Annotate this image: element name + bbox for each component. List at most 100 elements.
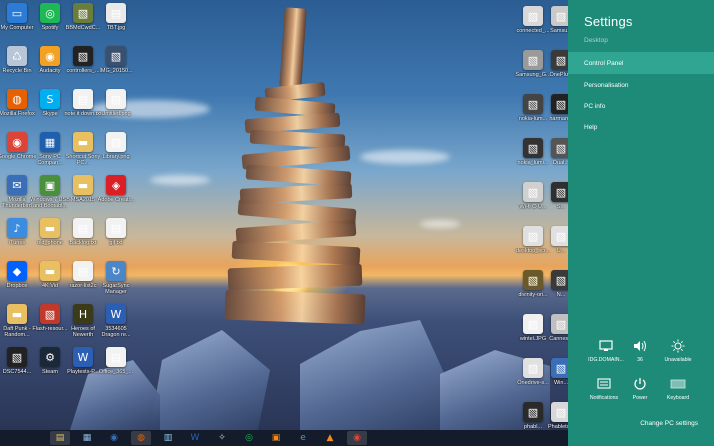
desktop-icon[interactable]: ▧ Samsu... <box>544 6 568 48</box>
volume-tile[interactable]: 36 <box>620 338 660 372</box>
folder-icon: ▬ <box>73 175 93 195</box>
desktop-icon[interactable]: ▤ TBT.jpg <box>99 3 133 45</box>
desktop-icon[interactable]: ▧ Flash-resour... <box>32 304 68 346</box>
firefox-icon[interactable]: ◍ <box>131 431 151 445</box>
desktop-icon[interactable]: ◈ Adobe Creati... <box>97 175 135 217</box>
spotify-icon[interactable]: ◎ <box>239 431 259 445</box>
document-icon: ▤ <box>73 89 93 109</box>
desktop-icon-label: harman... <box>549 116 568 122</box>
notifications-tile[interactable]: Notifications <box>584 376 624 410</box>
image-file-icon: ▧ <box>523 358 543 378</box>
image-file-icon: ▧ <box>523 270 543 290</box>
desktop-icon[interactable]: W 3534605 Dragon re... <box>99 304 133 346</box>
desktop-icon[interactable]: ▧ Untitled.png <box>99 89 133 131</box>
image-file-icon: ▧ <box>523 138 543 158</box>
keyboard-tile-label: Keyboard <box>666 395 690 401</box>
desktop-icon[interactable]: S Skype <box>33 89 67 131</box>
folder-icon: ▬ <box>40 261 60 281</box>
desktop-wallpaper: ▭ My Computer ◎ Spotify ▧ BBMdCwdC... ▤ TBT.jpg… <box>0 0 568 430</box>
desktop-icon[interactable]: ▬ MSA2015 <box>66 175 100 217</box>
power-icon <box>633 376 647 392</box>
desktop-icon[interactable]: ◉ Google Chrome <box>0 132 36 174</box>
satellite-icon[interactable]: ✧ <box>212 431 232 445</box>
adobe-cc-icon: ◈ <box>106 175 126 195</box>
menu-item-control-panel[interactable]: Control Panel <box>568 52 714 74</box>
desktop-icon[interactable]: ▤ note it down.txt <box>65 89 102 131</box>
desktop-icon[interactable]: ▧ OnePlu... <box>544 50 568 92</box>
desktop-icon[interactable]: ✉ Mozilla Thunderbird <box>0 175 34 217</box>
desktop-icon[interactable]: ◉ Audacity <box>33 46 67 88</box>
desktop-icon-label: Library.png <box>102 154 130 160</box>
ie-icon[interactable]: e <box>293 431 313 445</box>
desktop-icon[interactable]: ▬ old_phone <box>33 218 67 260</box>
desktop-icon-label: TBT.jpg <box>106 25 126 31</box>
wallpaper-ice-chunk <box>150 330 270 430</box>
keyboard-icon <box>670 376 686 392</box>
desktop-icon-label: Adobe Creati... <box>97 197 135 203</box>
brightness-tile[interactable]: Unavailable <box>658 338 698 372</box>
image-file-icon: ▧ <box>551 314 568 334</box>
chrome-icon[interactable]: ◉ <box>347 431 367 445</box>
desktop-icon[interactable]: ▧ Dual... <box>544 138 568 180</box>
desktop-icon[interactable]: ▧ IMG_20150... <box>99 46 133 88</box>
desktop-icon[interactable]: ↻ SugarSync Manager <box>99 261 133 303</box>
word-icon[interactable]: W <box>185 431 205 445</box>
menu-item-personalisation[interactable]: Personalisation <box>568 74 714 96</box>
desktop-icon[interactable]: ◍ Mozilla Firefox <box>0 89 35 131</box>
desktop-icon[interactable]: ▤ Office_365_... <box>99 347 133 389</box>
power-tile[interactable]: Power <box>620 376 660 410</box>
sugarsync-icon: ↻ <box>106 261 126 281</box>
keyboard-tile[interactable]: Keyboard <box>658 376 698 410</box>
desktop-icon[interactable]: ▤ gif.txt <box>99 218 133 260</box>
desktop-icon[interactable]: ⚙ Steam <box>33 347 67 389</box>
desktop-icon[interactable]: ♺ Recycle Bin <box>0 46 34 88</box>
desktop-icon-label: Untitled.png <box>101 111 131 117</box>
desktop-icon[interactable]: ▧ Library.png <box>99 132 133 174</box>
desktop-icon[interactable]: ▧ BBMdCwdC... <box>66 3 100 45</box>
desktop-icon[interactable]: ▧ Win... <box>544 358 568 400</box>
wallpaper-ice-chunk <box>300 320 450 430</box>
image-file-icon: ▧ <box>73 46 93 66</box>
folder-icon: ▬ <box>7 304 27 324</box>
file-explorer-icon[interactable]: ▤ <box>50 431 70 445</box>
desktop-icon[interactable]: ▤ Backlog.txt <box>66 218 100 260</box>
vlc-icon[interactable]: ▲ <box>320 431 340 445</box>
folder-icon: ▬ <box>73 132 93 152</box>
notes-icon[interactable]: ▥ <box>158 431 178 445</box>
desktop-icon[interactable]: ♪ iTunes <box>0 218 34 260</box>
menu-item-pc-info[interactable]: PC info <box>568 95 714 117</box>
desktop-icon[interactable]: ▭ My Computer <box>0 3 34 45</box>
change-pc-settings-link[interactable]: Change PC settings <box>640 420 698 427</box>
desktop-icon[interactable]: ▧ S... <box>544 182 568 224</box>
desktop-icon[interactable]: ▧ Cannes... <box>544 314 568 356</box>
image-file-icon: ▧ <box>106 132 126 152</box>
desktop-icon[interactable]: ◆ Dropbox <box>0 261 34 303</box>
desktop-icon[interactable]: ▦ Sony PC Compan... <box>33 132 67 174</box>
desktop-icon[interactable]: ◎ Spotify <box>33 3 67 45</box>
desktop-icon[interactable]: ▧ U... <box>544 226 568 268</box>
menu-item-help[interactable]: Help <box>568 116 714 138</box>
desktop-icon[interactable]: ▣ Windows 7 USB and Bootabl... <box>30 175 70 217</box>
steam-icon: ⚙ <box>40 347 60 367</box>
desktop-icon[interactable]: ▬ Daft Punk - Random... <box>0 304 34 346</box>
desktop-icon-label: Cannes... <box>549 336 568 342</box>
desktop-icon[interactable]: ▧ harman... <box>544 94 568 136</box>
desktop-icon[interactable]: ▬ Shortcut Sony PC... <box>66 132 100 174</box>
wallpaper-cloud <box>420 220 460 228</box>
chrome-icon: ◉ <box>7 132 27 152</box>
desktop-icon[interactable]: ▧ DSC7544... <box>0 347 34 389</box>
settings-charm-panel: Settings Desktop Control Panel Personali… <box>568 0 714 446</box>
desktop-icon[interactable]: ▤ razor-list2c <box>66 261 100 303</box>
desktop-icon[interactable]: ▧Phablets... <box>544 402 568 430</box>
hon-icon: H <box>73 304 93 324</box>
desktop-icon[interactable]: H Heroes of Newerth <box>66 304 100 346</box>
store-icon[interactable]: ▣ <box>266 431 286 445</box>
desktop-icon[interactable]: W Playtests-P... <box>66 347 100 389</box>
desktop-icon-label: gif.txt <box>109 240 123 246</box>
firefox-icon: ◍ <box>7 89 27 109</box>
desktop-icon[interactable]: ▧ controllers_... <box>66 46 100 88</box>
thunderbird-icon[interactable]: ◉ <box>104 431 124 445</box>
photos-icon[interactable]: ▦ <box>77 431 97 445</box>
desktop-icon[interactable]: ▬ 4K Vid <box>33 261 67 303</box>
desktop-icon[interactable]: ▧ N... <box>544 270 568 312</box>
